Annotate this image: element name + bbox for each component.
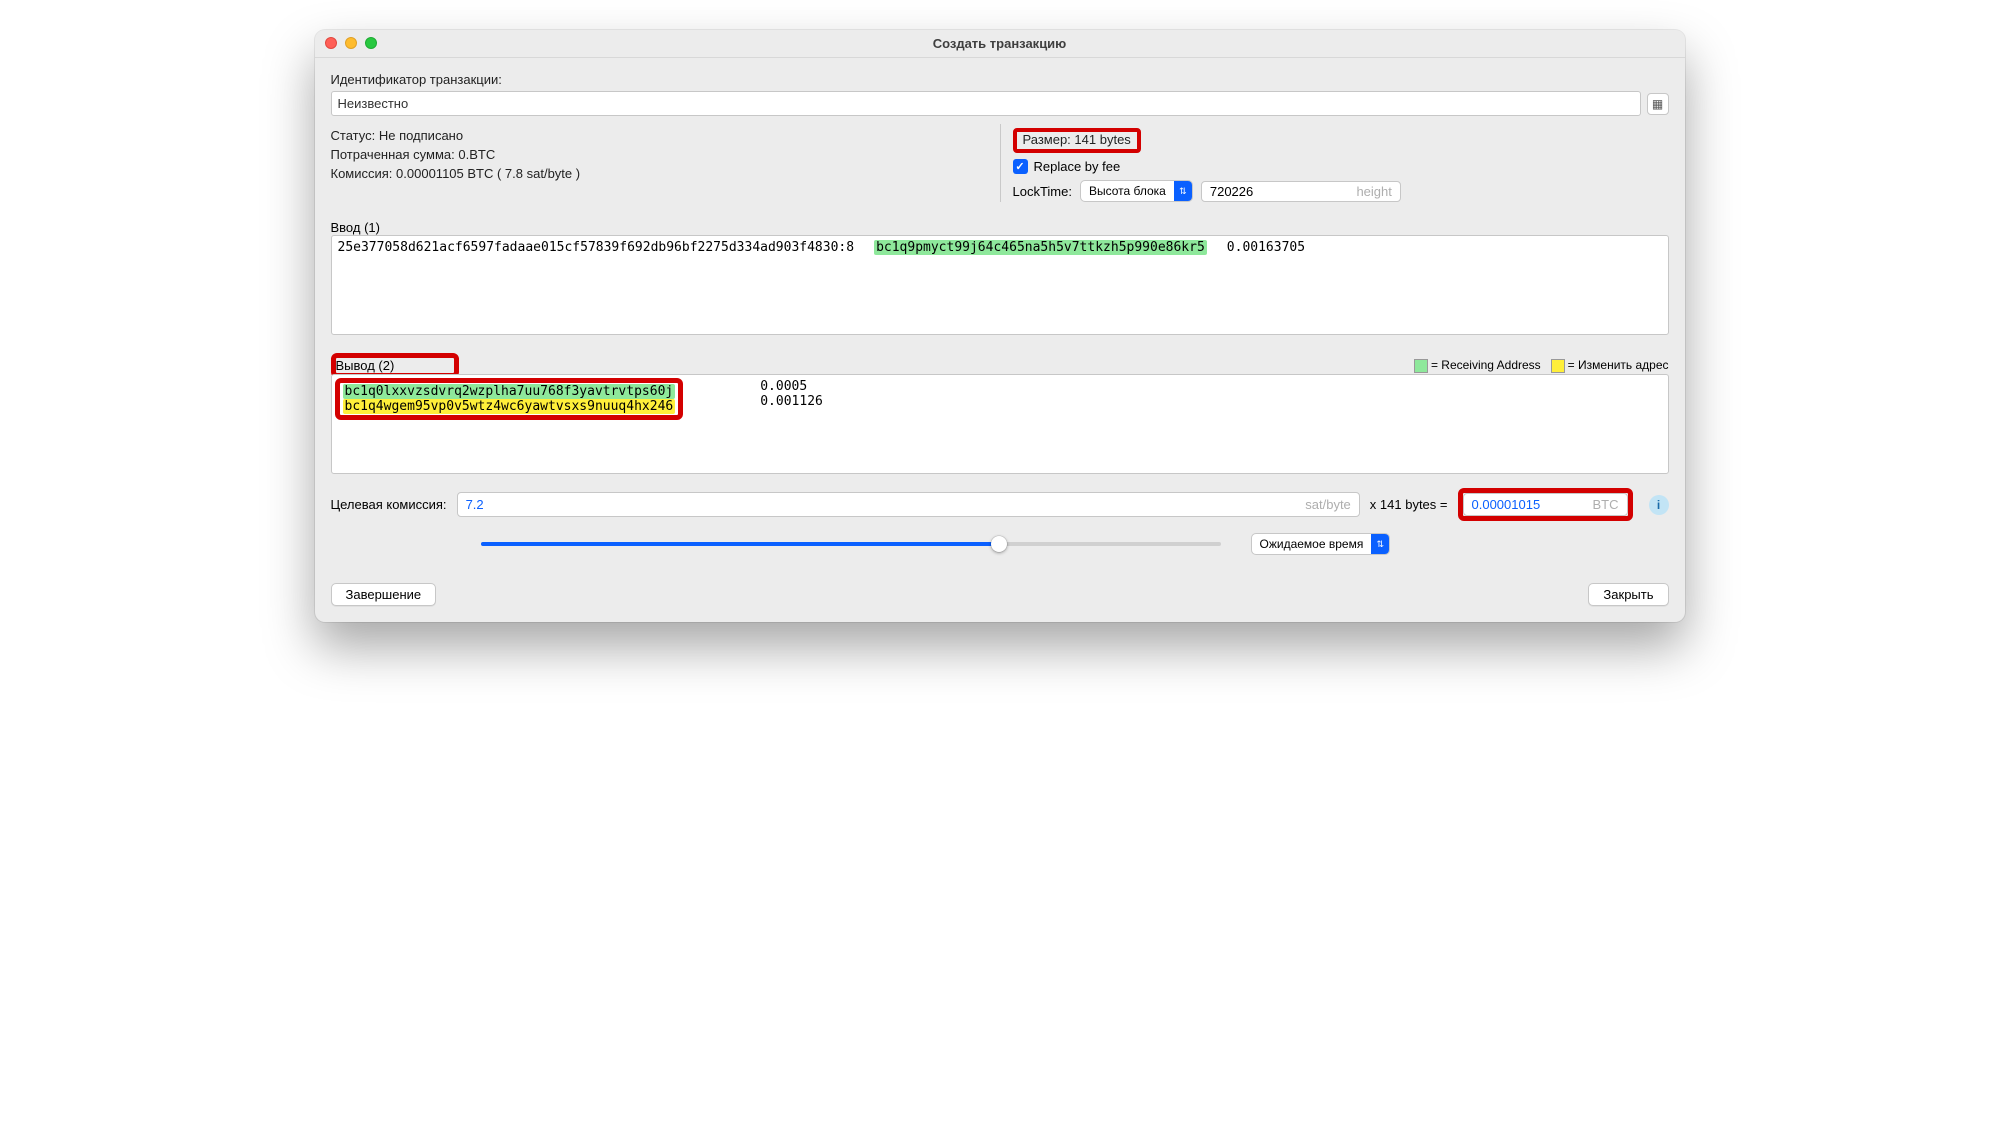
content: Идентификатор транзакции: Неизвестно ▦ С…	[315, 58, 1685, 622]
fee-label: Комиссия:	[331, 166, 393, 181]
locktime-select-label: Высота блока	[1081, 182, 1174, 200]
rbf-row[interactable]: ✓ Replace by fee	[1013, 159, 1669, 174]
transaction-window: Создать транзакцию Идентификатор транзак…	[315, 30, 1685, 622]
fee-line: Комиссия: 0.00001105 BTC ( 7.8 sat/byte …	[331, 166, 1000, 181]
size-highlight: Размер: 141 bytes	[1013, 128, 1141, 153]
locktime-label: LockTime:	[1013, 184, 1072, 199]
titlebar: Создать транзакцию	[315, 30, 1685, 58]
minimize-window-icon[interactable]	[345, 37, 357, 49]
rbf-checkbox[interactable]: ✓	[1013, 159, 1028, 174]
size-value: 141 bytes	[1074, 132, 1130, 147]
target-fee-label: Целевая комиссия:	[331, 497, 447, 512]
window-title: Создать транзакцию	[315, 36, 1685, 51]
outputs-legend: = Receiving Address = Изменить адрес	[1414, 358, 1669, 373]
target-fee-btc-input[interactable]: 0.00001015 BTC	[1463, 493, 1628, 516]
input-amount: 0.00163705	[1227, 240, 1305, 255]
locktime-select[interactable]: Высота блока ⇅	[1080, 180, 1193, 202]
qr-icon: ▦	[1652, 97, 1663, 111]
locktime-value: 720226	[1210, 184, 1253, 199]
output-amount: 0.001126	[760, 394, 823, 409]
legend-change-label: = Изменить адрес	[1568, 358, 1669, 372]
legend-receiving-color-icon	[1414, 359, 1428, 373]
output-amount: 0.0005	[760, 379, 823, 394]
locktime-input[interactable]: 720226 height	[1201, 181, 1401, 202]
qr-button[interactable]: ▦	[1647, 93, 1669, 115]
input-row: 25e377058d621acf6597fadaae015cf57839f692…	[338, 240, 1662, 255]
input-address: bc1q9pmyct99j64c465na5h5v7ttkzh5p990e86k…	[874, 240, 1207, 255]
target-fee-mult: x 141 bytes =	[1370, 497, 1448, 512]
close-window-icon[interactable]	[325, 37, 337, 49]
inputs-label: Ввод (1)	[331, 220, 1669, 235]
rbf-label: Replace by fee	[1034, 159, 1121, 174]
output-address-recv: bc1q0lxxvzsdvrq2wzplha7uu768f3yavtrvtps6…	[343, 384, 676, 399]
close-button[interactable]: Закрыть	[1588, 583, 1668, 606]
traffic-lights	[325, 37, 377, 49]
expected-time-select[interactable]: Ожидаемое время ⇅	[1251, 533, 1391, 555]
select-arrows-icon: ⇅	[1371, 534, 1389, 554]
info-icon[interactable]: i	[1649, 495, 1669, 515]
spent-value: 0.BTC	[458, 147, 495, 162]
finish-button[interactable]: Завершение	[331, 583, 437, 606]
txid-label: Идентификатор транзакции:	[331, 72, 1669, 87]
spent-label: Потраченная сумма:	[331, 147, 455, 162]
info-left: Статус: Не подписано Потраченная сумма: …	[331, 124, 1000, 202]
target-fee-rate-input[interactable]: 7.2 sat/byte	[457, 492, 1360, 517]
outputs-addr-highlight: bc1q0lxxvzsdvrq2wzplha7uu768f3yavtrvtps6…	[335, 378, 684, 420]
target-fee-rate-value: 7.2	[466, 497, 484, 512]
input-prevout: 25e377058d621acf6597fadaae015cf57839f692…	[338, 240, 855, 255]
slider-fill	[481, 542, 999, 546]
info-right: Размер: 141 bytes ✓ Replace by fee LockT…	[1000, 124, 1669, 202]
outputs-label: Вывод (2)	[336, 358, 395, 373]
output-address-change: bc1q4wgem95vp0v5wtz4wc6yawtvsxs9nuuq4hx2…	[343, 399, 676, 414]
slider-thumb[interactable]	[991, 536, 1007, 552]
spent-line: Потраченная сумма: 0.BTC	[331, 147, 1000, 162]
expected-time-label: Ожидаемое время	[1252, 535, 1372, 553]
outputs-list[interactable]: bc1q0lxxvzsdvrq2wzplha7uu768f3yavtrvtps6…	[331, 374, 1669, 474]
legend-receiving-label: = Receiving Address	[1431, 358, 1541, 372]
txid-field[interactable]: Неизвестно	[331, 91, 1641, 116]
target-fee-rate-unit: sat/byte	[1305, 497, 1351, 512]
inputs-list[interactable]: 25e377058d621acf6597fadaae015cf57839f692…	[331, 235, 1669, 335]
legend-change-color-icon	[1551, 359, 1565, 373]
status-label: Статус:	[331, 128, 376, 143]
size-label: Размер:	[1023, 132, 1071, 147]
fee-slider[interactable]	[481, 535, 1221, 553]
status-value: Не подписано	[379, 128, 463, 143]
target-fee-btc-unit: BTC	[1593, 497, 1619, 512]
select-arrows-icon: ⇅	[1174, 181, 1192, 201]
maximize-window-icon[interactable]	[365, 37, 377, 49]
fee-value: 0.00001105 BTC ( 7.8 sat/byte )	[396, 166, 580, 181]
target-fee-btc-highlight: 0.00001015 BTC	[1458, 488, 1633, 521]
status-line: Статус: Не подписано	[331, 128, 1000, 143]
target-fee-btc-value: 0.00001015	[1472, 497, 1541, 512]
locktime-unit: height	[1356, 184, 1391, 199]
